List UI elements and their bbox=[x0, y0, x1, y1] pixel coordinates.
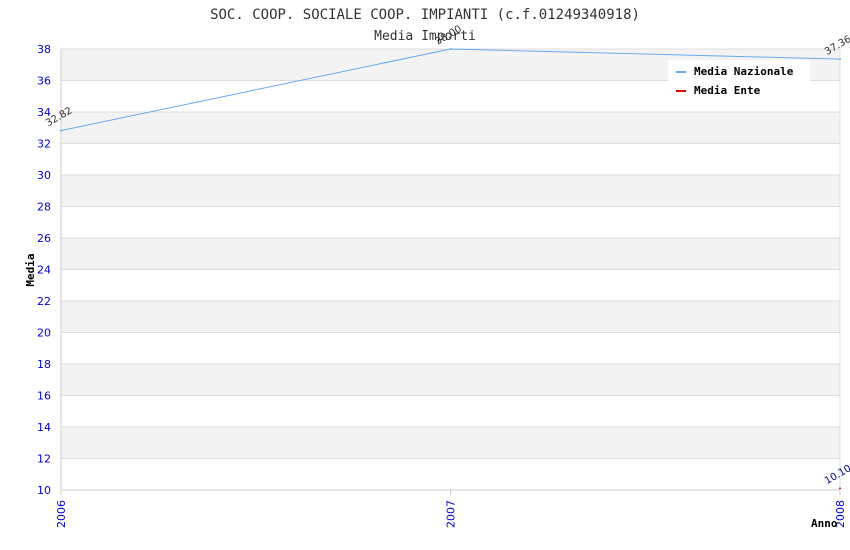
data-point bbox=[60, 129, 62, 132]
plot-band bbox=[61, 238, 840, 270]
data-point bbox=[839, 58, 841, 61]
legend-entry: Media Ente bbox=[694, 84, 761, 97]
y-tick-label: 32 bbox=[37, 138, 51, 151]
data-point bbox=[839, 487, 841, 490]
x-tick-label: 2006 bbox=[55, 500, 68, 528]
line-chart: SOC. COOP. SOCIALE COOP. IMPIANTI (c.f.0… bbox=[24, 7, 850, 530]
y-tick-label: 30 bbox=[37, 169, 51, 182]
chart-title: SOC. COOP. SOCIALE COOP. IMPIANTI (c.f.0… bbox=[210, 7, 640, 23]
y-tick-label: 12 bbox=[37, 453, 51, 466]
legend-entry: Media Nazionale bbox=[694, 65, 794, 78]
plot-band bbox=[61, 269, 840, 301]
y-tick-label: 22 bbox=[37, 295, 51, 308]
y-axis-label: Media bbox=[24, 253, 37, 286]
plot-band bbox=[61, 395, 840, 427]
plot-band bbox=[61, 364, 840, 396]
data-label: 38.00 bbox=[434, 24, 464, 48]
y-tick-label: 14 bbox=[37, 421, 51, 434]
y-tick-label: 20 bbox=[37, 327, 51, 340]
y-tick-label: 24 bbox=[37, 264, 51, 277]
plot-band bbox=[61, 143, 840, 175]
plot-band bbox=[61, 301, 840, 333]
y-tick-label: 18 bbox=[37, 358, 51, 371]
plot-band bbox=[61, 206, 840, 238]
plot-band bbox=[61, 332, 840, 364]
plot-band bbox=[61, 427, 840, 459]
y-tick-label: 28 bbox=[37, 201, 51, 214]
plot-band bbox=[61, 458, 840, 490]
data-point bbox=[449, 48, 452, 50]
plot-band bbox=[61, 175, 840, 207]
y-tick-label: 10 bbox=[37, 484, 51, 497]
x-axis-label: Anno bbox=[811, 517, 838, 530]
y-tick-label: 26 bbox=[37, 232, 51, 245]
y-tick-label: 36 bbox=[37, 75, 51, 88]
y-axis-ticks: 101214161820222426283032343638 bbox=[37, 43, 51, 497]
y-tick-label: 16 bbox=[37, 390, 51, 403]
y-tick-label: 38 bbox=[37, 43, 51, 56]
legend: Media Nazionale Media Ente bbox=[668, 60, 810, 102]
x-tick-label: 2007 bbox=[445, 500, 458, 528]
x-axis-ticks: 2006 2007 2008 bbox=[55, 490, 847, 528]
plot-band bbox=[61, 112, 840, 144]
